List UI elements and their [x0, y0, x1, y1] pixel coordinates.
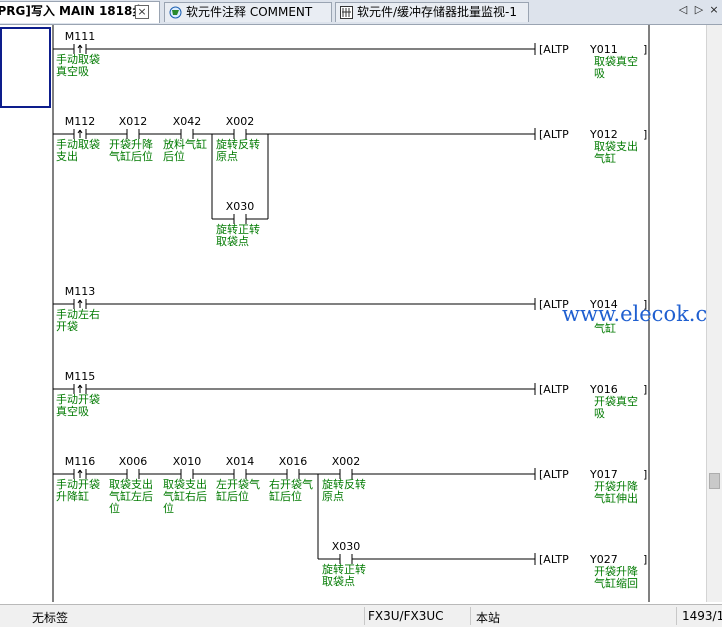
- rung-5-contact-4-comment: 缸后位: [216, 489, 249, 503]
- rung-3-contact-1-comment: 开袋: [56, 319, 78, 333]
- tab-main-program-label: [PRG]写入 MAIN 1818步: [0, 4, 145, 18]
- rung-2-contact-2-comment: 开袋升降: [109, 137, 153, 151]
- rung-5-contact-6-comment: 原点: [322, 490, 344, 503]
- station: 本站: [476, 611, 501, 625]
- rung-2-contact-1-comment: 手动取袋: [56, 137, 100, 151]
- step-info: 1493/1: [682, 609, 722, 623]
- rung-5-branch-output-comment: 开袋升降: [594, 564, 638, 578]
- rung-5-contact-2-device: X006: [119, 455, 148, 468]
- rung-1-output-comment: 吸: [594, 67, 605, 80]
- rung-5-contact-6-device: X002: [332, 455, 361, 468]
- vertical-scrollbar[interactable]: [706, 25, 722, 602]
- rung-5-contact-5-device: X016: [279, 455, 308, 468]
- rung-5-contact-5-comment: 缸后位: [269, 489, 302, 503]
- rung-2-branch-contact-device: X030: [226, 200, 255, 213]
- rung-4-output-comment: 开袋真空: [594, 394, 638, 408]
- rung-1-contact-1-comment: 真空吸: [56, 64, 89, 78]
- rung-5-contact-1-comment: 升降缸: [56, 489, 89, 503]
- rung-2-branch-contact-comment: 取袋点: [216, 234, 249, 248]
- tab-scroll-left-icon[interactable]: ◁: [676, 3, 690, 16]
- rung-2-contact-1-comment: 支出: [56, 149, 78, 163]
- watermark: www.elecok.com: [562, 302, 722, 326]
- tab-scroll-right-icon[interactable]: ▷: [692, 3, 706, 16]
- rung-5-output-comment: 开袋升降: [594, 479, 638, 493]
- plc-model: FX3U/FX3UC: [368, 609, 444, 623]
- tab-bar: [PRG]写入 MAIN 1818步 × 软元件注释 COMMENT 软元件/缓…: [0, 0, 722, 25]
- rung-2-contact-2-comment: 气缸后位: [109, 149, 153, 163]
- editor-cursor: [0, 27, 51, 108]
- rung-5-contact-1-comment: 手动开袋: [56, 477, 100, 491]
- rung-1-contact-1-device: M111: [65, 30, 96, 43]
- rung-5-contact-2-comment: 位: [109, 501, 120, 515]
- rung-4-bracket-close: ]: [643, 383, 647, 396]
- rung-2-contact-3-comment: 后位: [163, 149, 185, 163]
- rung-2-bracket-close: ]: [643, 128, 647, 141]
- rung-5-bracket-close: ]: [643, 468, 647, 481]
- rung-5-contact-4-device: X014: [226, 455, 255, 468]
- tab-batch-monitor[interactable]: 软元件/缓冲存储器批量监视-1: [335, 2, 529, 22]
- rung-5-branch-bracket-close: ]: [643, 553, 647, 566]
- rung-1-output-comment: 取袋真空: [594, 54, 638, 68]
- rung-5-branch-instruction: [ALTP: [539, 553, 569, 566]
- rung-4-contact-1-comment: 手动开袋: [56, 392, 100, 406]
- tab-device-comment[interactable]: 软元件注释 COMMENT: [164, 2, 332, 22]
- tab-batch-monitor-label: 软元件/缓冲存储器批量监视-1: [357, 5, 518, 19]
- rung-4-instruction: [ALTP: [539, 383, 569, 396]
- rung-5-contact-2-comment: 取袋支出: [109, 477, 153, 491]
- rung-1-bracket-close: ]: [643, 43, 647, 56]
- rung-5-branch-contact-comment: 取袋点: [322, 574, 355, 588]
- rung-2-contact-4-comment: 原点: [216, 150, 238, 163]
- rung-5-branch-contact-device: X030: [332, 540, 361, 553]
- rung-5-contact-3-device: X010: [173, 455, 202, 468]
- rung-5-instruction: [ALTP: [539, 468, 569, 481]
- rung-5-contact-2-comment: 气缸左后: [109, 489, 153, 503]
- tab-main-program[interactable]: [PRG]写入 MAIN 1818步 ×: [0, 1, 160, 23]
- rung-4-contact-1-device: M115: [65, 370, 96, 383]
- rung-4-output-comment: 吸: [594, 407, 605, 420]
- rung-4-contact-1-comment: 真空吸: [56, 404, 89, 418]
- rung-2-contact-4-comment: 旋转反转: [216, 137, 260, 151]
- rung-5-branch-contact-comment: 旋转正转: [322, 562, 366, 576]
- rung-2-contact-3-comment: 放料气缸: [163, 137, 207, 151]
- batch-monitor-icon: [340, 6, 353, 19]
- rung-5-branch-output-comment: 气缸缩回: [594, 576, 638, 590]
- rung-5-contact-4-comment: 左开袋气: [216, 477, 260, 491]
- rung-5-contact-5-comment: 右开袋气: [269, 477, 313, 491]
- close-tab-icon[interactable]: ×: [135, 5, 149, 19]
- rung-5-contact-3-comment: 取袋支出: [163, 477, 207, 491]
- rung-5-contact-6-comment: 旋转反转: [322, 477, 366, 491]
- close-window-icon[interactable]: ×: [707, 3, 721, 16]
- label-status: 无标签: [32, 611, 69, 625]
- rung-1-contact-1-comment: 手动取袋: [56, 52, 100, 66]
- rung-2-contact-2-device: X012: [119, 115, 148, 128]
- rung-2-output-comment: 取袋支出: [594, 139, 638, 153]
- device-comment-icon: [169, 6, 182, 19]
- rung-2-contact-4-device: X002: [226, 115, 255, 128]
- rung-1-instruction: [ALTP: [539, 43, 569, 56]
- rung-5-contact-3-comment: 气缸右后: [163, 489, 207, 503]
- rung-2-output-comment: 气缸: [594, 151, 616, 165]
- status-bar: 无标签 FX3U/FX3UC 本站 1493/1: [0, 604, 722, 627]
- rung-2-contact-3-device: X042: [173, 115, 202, 128]
- rung-3-contact-1-device: M113: [65, 285, 96, 298]
- rung-2-instruction: [ALTP: [539, 128, 569, 141]
- tab-device-comment-label: 软元件注释 COMMENT: [186, 5, 313, 19]
- scrollbar-thumb[interactable]: [709, 473, 720, 489]
- rung-2-contact-1-device: M112: [65, 115, 96, 128]
- rung-3-contact-1-comment: 手动左右: [56, 307, 100, 321]
- rung-5-contact-3-comment: 位: [163, 501, 174, 515]
- rung-5-output-comment: 气缸伸出: [594, 491, 638, 505]
- rung-2-branch-contact-comment: 旋转正转: [216, 222, 260, 236]
- rung-5-contact-1-device: M116: [65, 455, 96, 468]
